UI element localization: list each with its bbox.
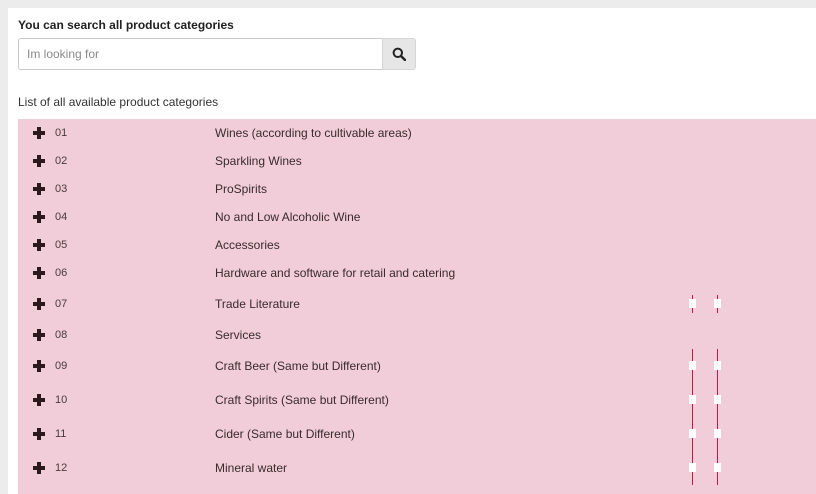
category-name: Mineral water bbox=[215, 461, 288, 475]
decorative-square bbox=[714, 361, 721, 370]
category-code: 08 bbox=[55, 329, 68, 341]
decorative-square bbox=[714, 299, 721, 308]
category-name: Trade Literature bbox=[215, 297, 300, 311]
category-code: 12 bbox=[55, 462, 68, 474]
category-name: Craft Spirits (Same but Different) bbox=[215, 393, 389, 407]
category-search-panel: You can search all product categories Li… bbox=[8, 8, 816, 494]
category-row[interactable]: 09 Craft Beer (Same but Different) bbox=[18, 349, 816, 383]
search-bar bbox=[18, 38, 416, 70]
category-code: 04 bbox=[55, 211, 68, 223]
category-row[interactable]: 11 Cider (Same but Different) bbox=[18, 417, 816, 451]
decorative-square bbox=[689, 463, 696, 472]
decorative-square bbox=[689, 395, 696, 404]
plus-icon[interactable] bbox=[33, 267, 45, 279]
plus-icon[interactable] bbox=[33, 462, 45, 474]
category-name: Sparkling Wines bbox=[215, 154, 302, 168]
category-name: Accessories bbox=[215, 238, 280, 252]
category-row[interactable]: 08 Services bbox=[18, 321, 816, 349]
category-code: 10 bbox=[55, 394, 68, 406]
decorative-square bbox=[714, 463, 721, 472]
category-row[interactable]: 04 No and Low Alcoholic Wine bbox=[18, 203, 816, 231]
plus-icon[interactable] bbox=[33, 239, 45, 251]
plus-icon[interactable] bbox=[33, 428, 45, 440]
category-name: Wines (according to cultivable areas) bbox=[215, 126, 412, 140]
plus-icon[interactable] bbox=[33, 127, 45, 139]
category-name: Cider (Same but Different) bbox=[215, 427, 355, 441]
category-name: ProSpirits bbox=[215, 182, 268, 196]
decorative-square bbox=[714, 429, 721, 438]
category-row[interactable]: 03 ProSpirits bbox=[18, 175, 816, 203]
category-code: 01 bbox=[55, 127, 68, 139]
category-name: Services bbox=[215, 328, 262, 342]
plus-icon[interactable] bbox=[33, 394, 45, 406]
search-button[interactable] bbox=[382, 38, 416, 70]
category-code: 06 bbox=[55, 267, 68, 279]
category-row[interactable]: 05 Accessories bbox=[18, 231, 816, 259]
category-code: 07 bbox=[55, 298, 68, 310]
category-code: 11 bbox=[55, 428, 67, 440]
plus-icon[interactable] bbox=[33, 298, 45, 310]
category-code: 09 bbox=[55, 360, 68, 372]
plus-icon[interactable] bbox=[33, 183, 45, 195]
plus-icon[interactable] bbox=[33, 329, 45, 341]
plus-icon[interactable] bbox=[33, 211, 45, 223]
page-heading: You can search all product categories bbox=[18, 18, 234, 32]
category-name: Hardware and software for retail and cat… bbox=[215, 266, 456, 280]
category-row[interactable]: 07 Trade Literature bbox=[18, 287, 816, 321]
decorative-square bbox=[689, 299, 696, 308]
plus-icon[interactable] bbox=[33, 360, 45, 372]
list-label: List of all available product categories bbox=[18, 95, 219, 109]
category-list: 01 Wines (according to cultivable areas)… bbox=[18, 119, 816, 494]
category-row[interactable]: 02 Sparkling Wines bbox=[18, 147, 816, 175]
decorative-square bbox=[689, 361, 696, 370]
category-name: No and Low Alcoholic Wine bbox=[215, 210, 361, 224]
category-row[interactable]: 01 Wines (according to cultivable areas) bbox=[18, 119, 816, 147]
category-code: 02 bbox=[55, 155, 68, 167]
search-input[interactable] bbox=[18, 38, 382, 70]
category-code: 05 bbox=[55, 239, 68, 251]
plus-icon[interactable] bbox=[33, 155, 45, 167]
category-code: 03 bbox=[55, 183, 68, 195]
search-icon bbox=[392, 47, 406, 61]
category-name: Craft Beer (Same but Different) bbox=[215, 359, 381, 373]
category-row[interactable]: 12 Mineral water bbox=[18, 451, 816, 485]
decorative-square bbox=[714, 395, 721, 404]
category-row[interactable]: 10 Craft Spirits (Same but Different) bbox=[18, 383, 816, 417]
category-row[interactable]: 06 Hardware and software for retail and … bbox=[18, 259, 816, 287]
decorative-square bbox=[689, 429, 696, 438]
